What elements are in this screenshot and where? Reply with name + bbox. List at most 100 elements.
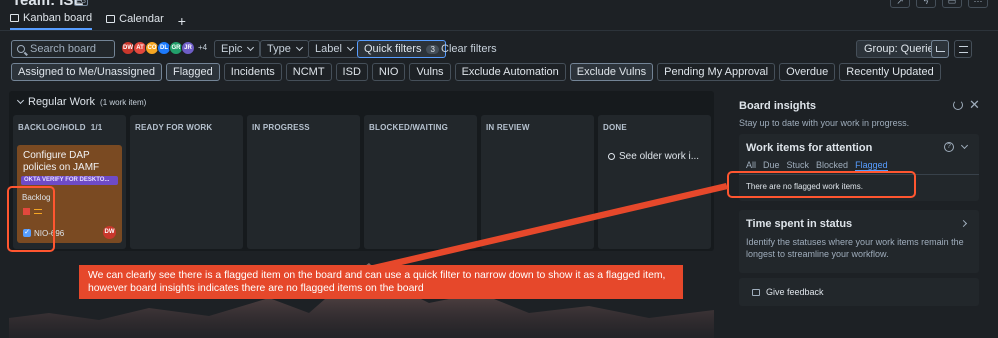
quick-filter-chips: Assigned to Me/Unassigned Flagged Incide… xyxy=(11,63,941,81)
chip-vulns[interactable]: Vulns xyxy=(409,63,451,81)
chip-exclude-vulns[interactable]: Exclude Vulns xyxy=(569,63,654,81)
top-bar: Team: ISE EG ↗ ϟ ▭ ⋯ Kanban board Calend… xyxy=(0,0,998,30)
older-link-text: See older work i... xyxy=(619,151,700,162)
tab-blocked[interactable]: Blocked xyxy=(816,160,848,171)
avatar-more[interactable]: +4 xyxy=(198,41,207,55)
dropdown-label: Epic xyxy=(221,43,243,55)
chip-assigned[interactable]: Assigned to Me/Unassigned xyxy=(11,63,162,81)
more-icon[interactable]: ⋯ xyxy=(968,0,988,8)
search-placeholder: Search board xyxy=(30,43,97,55)
chart-icon xyxy=(936,46,945,52)
dropdown-label: Label xyxy=(315,43,342,55)
time-in-status-title: Time spent in status xyxy=(746,218,853,230)
quick-filters-button[interactable]: Quick filters 3 xyxy=(357,40,446,58)
column-in-review: IN REVIEW xyxy=(481,115,594,249)
label-dropdown[interactable]: Label xyxy=(308,40,360,58)
board-toolbar: Search board DW AT CO DL GR JR +4 Epic T… xyxy=(11,40,991,60)
tab-all[interactable]: All xyxy=(746,160,756,171)
avatar[interactable]: JR xyxy=(181,41,195,55)
team-badge: EG xyxy=(74,0,88,6)
chip-overdue[interactable]: Overdue xyxy=(779,63,836,81)
time-in-status-section[interactable]: Time spent in status Identify the status… xyxy=(739,210,979,273)
board-insights-panel: Board insights ✕ Stay up to date with yo… xyxy=(728,91,990,338)
column-ready: READY FOR WORK xyxy=(130,115,243,249)
divider xyxy=(0,30,998,31)
chip-incidents[interactable]: Incidents xyxy=(223,63,282,81)
swimlane-count: (1 work item) xyxy=(100,97,147,107)
column-title: IN PROGRESS xyxy=(252,123,310,132)
highlight-box-insights xyxy=(727,171,916,198)
view-tabs: Kanban board Calendar + xyxy=(10,12,186,30)
chip-recently-updated[interactable]: Recently Updated xyxy=(839,63,941,81)
add-tab-icon[interactable]: + xyxy=(178,14,186,28)
tab-calendar[interactable]: Calendar xyxy=(106,13,164,29)
settings-icon xyxy=(959,46,968,53)
swimlane-title: Regular Work xyxy=(28,96,96,108)
attention-tabs: All Due Stuck Blocked Flagged xyxy=(746,160,888,171)
tab-label: Kanban board xyxy=(23,12,93,24)
share-icon[interactable]: ↗ xyxy=(890,0,910,8)
clear-filters-button[interactable]: Clear filters xyxy=(441,43,497,55)
column-title: READY FOR WORK xyxy=(135,123,213,132)
column-title: DONE xyxy=(603,123,627,132)
tab-kanban-board[interactable]: Kanban board xyxy=(10,12,93,30)
search-icon xyxy=(608,153,615,160)
quick-filters-label: Quick filters xyxy=(364,43,422,55)
help-icon[interactable]: ? xyxy=(944,142,954,152)
kanban-board: Regular Work (1 work item) BACKLOG/HOLD 1… xyxy=(9,91,714,251)
chip-ncmt[interactable]: NCMT xyxy=(285,63,332,81)
insights-button[interactable] xyxy=(931,40,949,58)
lightning-icon[interactable]: ϟ xyxy=(916,0,936,8)
chip-pending-approval[interactable]: Pending My Approval xyxy=(657,63,776,81)
give-feedback-button[interactable]: Give feedback xyxy=(739,278,979,306)
column-blocked: BLOCKED/WAITING xyxy=(364,115,477,249)
chevron-down-icon xyxy=(346,43,354,52)
chip-flagged[interactable]: Flagged xyxy=(165,63,220,81)
calendar-icon xyxy=(106,15,116,23)
board-icon xyxy=(10,14,19,22)
chevron-down-icon[interactable] xyxy=(960,141,969,150)
tab-label: Calendar xyxy=(119,13,164,25)
chevron-down-icon xyxy=(247,43,255,52)
column-title: BLOCKED/WAITING xyxy=(369,123,448,132)
type-dropdown[interactable]: Type xyxy=(260,40,309,58)
view-settings-button[interactable] xyxy=(954,40,972,58)
chevron-down-icon xyxy=(16,96,25,105)
epic-dropdown[interactable]: Epic xyxy=(214,40,261,58)
search-input[interactable]: Search board xyxy=(11,40,115,58)
highlight-box-card xyxy=(7,186,55,252)
annotation-callout: We can clearly see there is a flagged it… xyxy=(79,265,683,299)
feedback-label: Give feedback xyxy=(766,287,824,297)
tab-due[interactable]: Due xyxy=(763,160,780,171)
column-title: BACKLOG/HOLD 1/1 xyxy=(18,123,102,132)
refresh-icon[interactable] xyxy=(953,100,963,110)
swimlane-header[interactable]: Regular Work (1 work item) xyxy=(16,96,147,108)
panel-title: Board insights xyxy=(739,100,817,112)
chip-exclude-automation[interactable]: Exclude Automation xyxy=(454,63,566,81)
search-icon xyxy=(17,45,25,53)
tab-stuck[interactable]: Stuck xyxy=(787,160,810,171)
time-in-status-description: Identify the statuses where your work it… xyxy=(746,237,964,259)
epic-badge: OKTA VERIFY FOR DESKTO... xyxy=(21,176,118,185)
assignee-avatar[interactable]: DW xyxy=(103,226,116,239)
column-title: IN REVIEW xyxy=(486,123,530,132)
chip-nio[interactable]: NIO xyxy=(371,63,406,81)
chevron-down-icon xyxy=(295,43,303,52)
tab-flagged[interactable]: Flagged xyxy=(855,160,888,171)
avatar-group: DW AT CO DL GR JR +4 xyxy=(121,41,207,55)
column-count: 1/1 xyxy=(90,123,103,132)
panel-subtitle: Stay up to date with your work in progre… xyxy=(739,118,910,128)
quick-filters-count: 3 xyxy=(426,44,439,54)
column-done: DONE See older work i... xyxy=(598,115,711,249)
chip-isd[interactable]: ISD xyxy=(335,63,368,81)
card-title: Configure DAP policies on JAMF xyxy=(23,150,100,173)
comment-icon[interactable]: ▭ xyxy=(942,0,962,8)
top-actions: ↗ ϟ ▭ ⋯ xyxy=(890,0,988,8)
see-older-work-link[interactable]: See older work i... xyxy=(608,151,699,162)
close-icon[interactable]: ✕ xyxy=(969,97,980,113)
team-title: Team: ISE xyxy=(12,0,84,9)
attention-title: Work items for attention xyxy=(746,142,873,154)
column-title-text: BACKLOG/HOLD xyxy=(18,123,86,132)
column-in-progress: IN PROGRESS xyxy=(247,115,360,249)
dropdown-label: Type xyxy=(267,43,291,55)
